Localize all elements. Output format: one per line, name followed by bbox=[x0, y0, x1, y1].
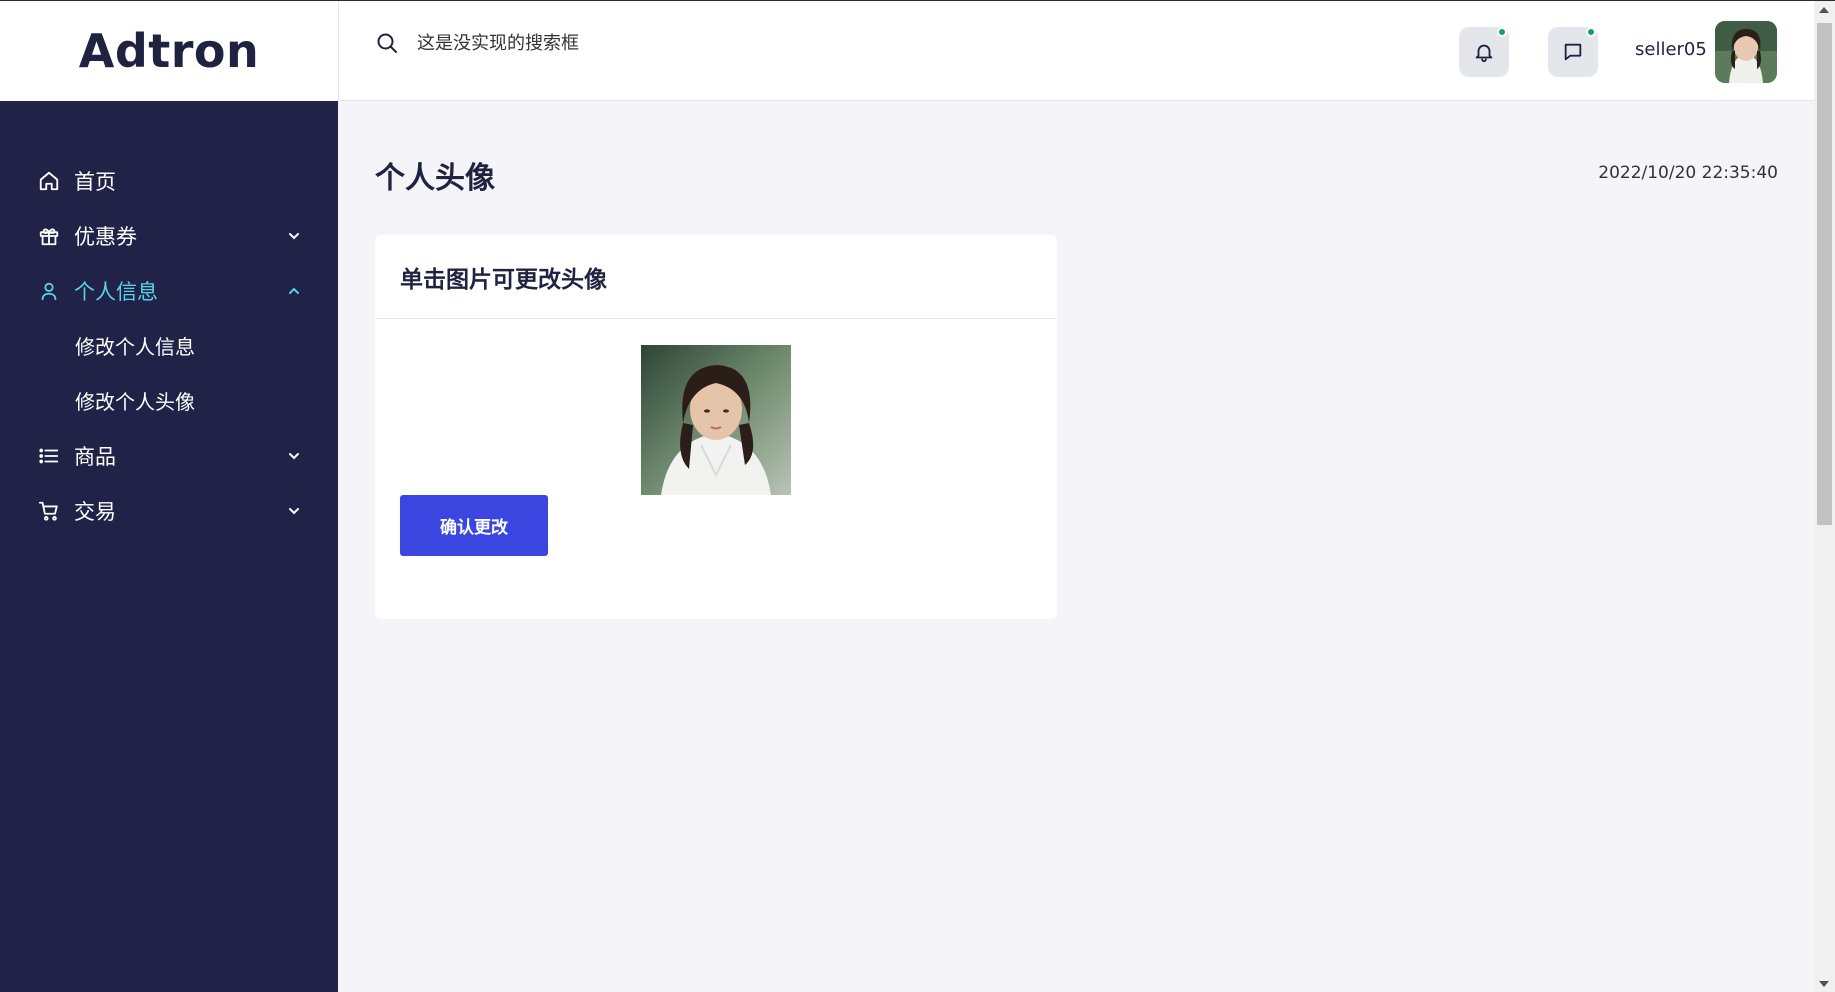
card-title: 单击图片可更改头像 bbox=[400, 266, 607, 293]
scroll-up-arrow-icon[interactable] bbox=[1819, 7, 1829, 13]
timestamp: 2022/10/20 22:35:40 bbox=[1598, 163, 1778, 183]
scrollbar-thumb[interactable] bbox=[1817, 23, 1832, 525]
message-icon bbox=[1564, 43, 1582, 61]
page-title: 个人头像 bbox=[375, 161, 495, 196]
avatar-card: 单击图片可更改头像 确认更改 bbox=[375, 235, 1057, 619]
sidebar-item-transactions[interactable]: 交易 bbox=[0, 483, 338, 538]
page-scrollbar[interactable] bbox=[1814, 1, 1835, 992]
search-icon bbox=[375, 31, 399, 55]
list-icon bbox=[38, 445, 60, 467]
sidebar-item-label: 交易 bbox=[74, 499, 116, 524]
card-header: 单击图片可更改头像 bbox=[375, 235, 1057, 319]
brand-area: Adtron bbox=[0, 1, 338, 101]
scroll-down-arrow-icon[interactable] bbox=[1819, 981, 1829, 987]
sidebar-item-personal-info[interactable]: 个人信息 bbox=[0, 263, 338, 318]
sidebar-item-products[interactable]: 商品 bbox=[0, 428, 338, 483]
chevron-up-icon bbox=[286, 283, 302, 299]
chevron-down-icon bbox=[286, 448, 302, 464]
sidebar-subitem-edit-avatar[interactable]: 修改个人头像 bbox=[0, 373, 338, 428]
bell-icon bbox=[1475, 44, 1493, 63]
messages-button[interactable] bbox=[1548, 27, 1598, 77]
chevron-down-icon bbox=[286, 503, 302, 519]
user-icon bbox=[38, 280, 60, 302]
sidebar-item-label: 商品 bbox=[74, 444, 116, 469]
confirm-change-button[interactable]: 确认更改 bbox=[400, 495, 548, 556]
sidebar-item-label: 个人信息 bbox=[74, 279, 158, 304]
message-dot bbox=[1586, 27, 1596, 37]
sidebar-item-home[interactable]: 首页 bbox=[0, 153, 338, 208]
top-bar: seller05 bbox=[338, 1, 1814, 101]
app-root: Adtron 首页 优惠券 个人信息 修改个人信息 修改个人头像 商品 交易 这… bbox=[0, 0, 1835, 992]
chevron-down-icon bbox=[286, 228, 302, 244]
sidebar-item-label: 优惠券 bbox=[74, 224, 137, 249]
brand-logo[interactable]: Adtron bbox=[79, 24, 260, 78]
sidebar: 首页 优惠券 个人信息 修改个人信息 修改个人头像 商品 交易 bbox=[0, 101, 338, 992]
sidebar-item-label: 首页 bbox=[74, 169, 116, 194]
avatar-upload-image[interactable] bbox=[641, 345, 791, 495]
search-input[interactable] bbox=[415, 27, 835, 59]
home-icon bbox=[38, 170, 60, 192]
notifications-button[interactable] bbox=[1459, 27, 1509, 77]
notification-dot bbox=[1497, 27, 1507, 37]
gift-icon bbox=[38, 225, 60, 247]
username: seller05 bbox=[1635, 39, 1707, 60]
cart-icon bbox=[38, 500, 60, 522]
sidebar-item-coupons[interactable]: 优惠券 bbox=[0, 208, 338, 263]
sidebar-subitem-edit-info[interactable]: 修改个人信息 bbox=[0, 318, 338, 373]
avatar[interactable] bbox=[1715, 21, 1777, 83]
